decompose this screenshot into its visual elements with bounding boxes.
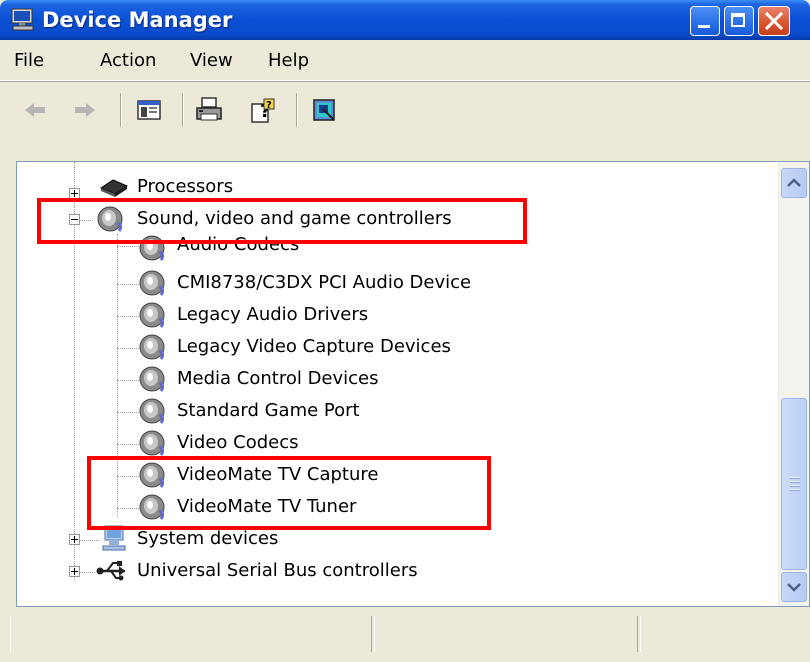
tree-line xyxy=(117,246,139,248)
processor-chip-icon xyxy=(99,179,129,197)
show-hide-console-tree-icon[interactable] xyxy=(134,95,164,125)
chevron-up-icon xyxy=(787,178,801,187)
usb-icon xyxy=(96,561,125,581)
print-icon[interactable] xyxy=(194,95,224,125)
speaker-icon xyxy=(139,366,165,392)
computer-monitor-icon xyxy=(11,8,34,31)
menu-help[interactable]: Help xyxy=(268,50,309,71)
speaker-icon xyxy=(139,302,165,328)
speaker-icon xyxy=(139,270,165,296)
menu-view[interactable]: View xyxy=(190,50,233,71)
highlight-box-sound-category xyxy=(37,198,527,244)
back-arrow-icon[interactable] xyxy=(20,95,50,125)
svg-text:?: ? xyxy=(266,100,272,111)
tree-label-standard-game-port: Standard Game Port xyxy=(177,400,360,421)
status-bar xyxy=(0,616,810,662)
menu-file[interactable]: File xyxy=(14,50,44,71)
tree-row-legacy-audio-drivers[interactable]: Legacy Audio Drivers xyxy=(17,300,777,330)
toolbar: ? ? xyxy=(0,81,810,161)
tree-line xyxy=(117,412,139,414)
forward-arrow-icon[interactable] xyxy=(70,95,100,125)
tree-line xyxy=(117,316,139,318)
status-panel-3 xyxy=(640,616,810,652)
tree-row-usb-controllers[interactable]: Universal Serial Bus controllers xyxy=(17,556,777,586)
tree-line xyxy=(117,284,139,286)
status-panel-1 xyxy=(10,616,372,652)
tree-line xyxy=(79,540,99,542)
tree-row-legacy-video-capture-devices[interactable]: Legacy Video Capture Devices xyxy=(17,332,777,362)
tree-label-media-control-devices: Media Control Devices xyxy=(177,368,379,389)
tree-label-video-codecs: Video Codecs xyxy=(177,432,299,453)
menu-bar: File Action View Help xyxy=(0,40,810,81)
minimize-icon xyxy=(698,25,710,28)
properties-icon[interactable] xyxy=(310,95,340,125)
expand-plus-icon[interactable] xyxy=(69,534,80,545)
chevron-down-icon xyxy=(787,583,801,592)
toolbar-separator xyxy=(120,93,122,127)
thumb-grip xyxy=(790,477,800,479)
tree-label-usb-controllers: Universal Serial Bus controllers xyxy=(137,560,418,581)
title-bar[interactable]: Device Manager xyxy=(0,0,810,40)
maximize-icon xyxy=(731,13,745,27)
tree-row-standard-game-port[interactable]: Standard Game Port xyxy=(17,396,777,426)
toolbar-separator xyxy=(182,93,184,127)
tree-label-legacy-video-capture-devices: Legacy Video Capture Devices xyxy=(177,336,451,357)
help-icon[interactable]: ? ? xyxy=(248,95,278,125)
window-title: Device Manager xyxy=(42,8,233,32)
scroll-up-button[interactable] xyxy=(781,168,807,198)
close-button[interactable] xyxy=(758,6,790,36)
expand-plus-icon[interactable] xyxy=(69,566,80,577)
thumb-grip xyxy=(790,481,800,483)
highlight-box-videomate-devices xyxy=(87,456,491,530)
maximize-button[interactable] xyxy=(724,6,754,36)
tree-label-legacy-audio-drivers: Legacy Audio Drivers xyxy=(177,304,369,325)
status-panel-2 xyxy=(374,616,638,652)
speaker-icon xyxy=(139,430,165,456)
thumb-grip xyxy=(790,485,800,487)
vertical-scrollbar[interactable] xyxy=(778,162,809,606)
thumb-grip xyxy=(790,489,800,491)
device-tree-pane[interactable]: Processors Sound, video and game control… xyxy=(16,161,810,607)
speaker-icon xyxy=(139,334,165,360)
tree-label-cmi8738-audio-device: CMI8738/C3DX PCI Audio Device xyxy=(177,272,472,293)
tree-line xyxy=(117,444,139,446)
scroll-thumb[interactable] xyxy=(781,398,807,570)
tree-row-cmi8738-audio-device[interactable]: CMI8738/C3DX PCI Audio Device xyxy=(17,268,777,298)
tree-row-video-codecs[interactable]: Video Codecs xyxy=(17,428,777,458)
tree-line xyxy=(117,348,139,350)
speaker-icon xyxy=(139,398,165,424)
minimize-button[interactable] xyxy=(690,6,720,36)
tree-line xyxy=(117,380,139,382)
toolbar-top-divider xyxy=(0,81,810,82)
scroll-down-button[interactable] xyxy=(781,572,807,602)
menu-action[interactable]: Action xyxy=(100,50,156,71)
toolbar-separator xyxy=(296,93,298,127)
tree-row-media-control-devices[interactable]: Media Control Devices xyxy=(17,364,777,394)
close-icon xyxy=(764,11,784,31)
device-manager-window: Device Manager File Action View Help ? ?… xyxy=(0,0,810,662)
tree-line xyxy=(79,572,95,574)
